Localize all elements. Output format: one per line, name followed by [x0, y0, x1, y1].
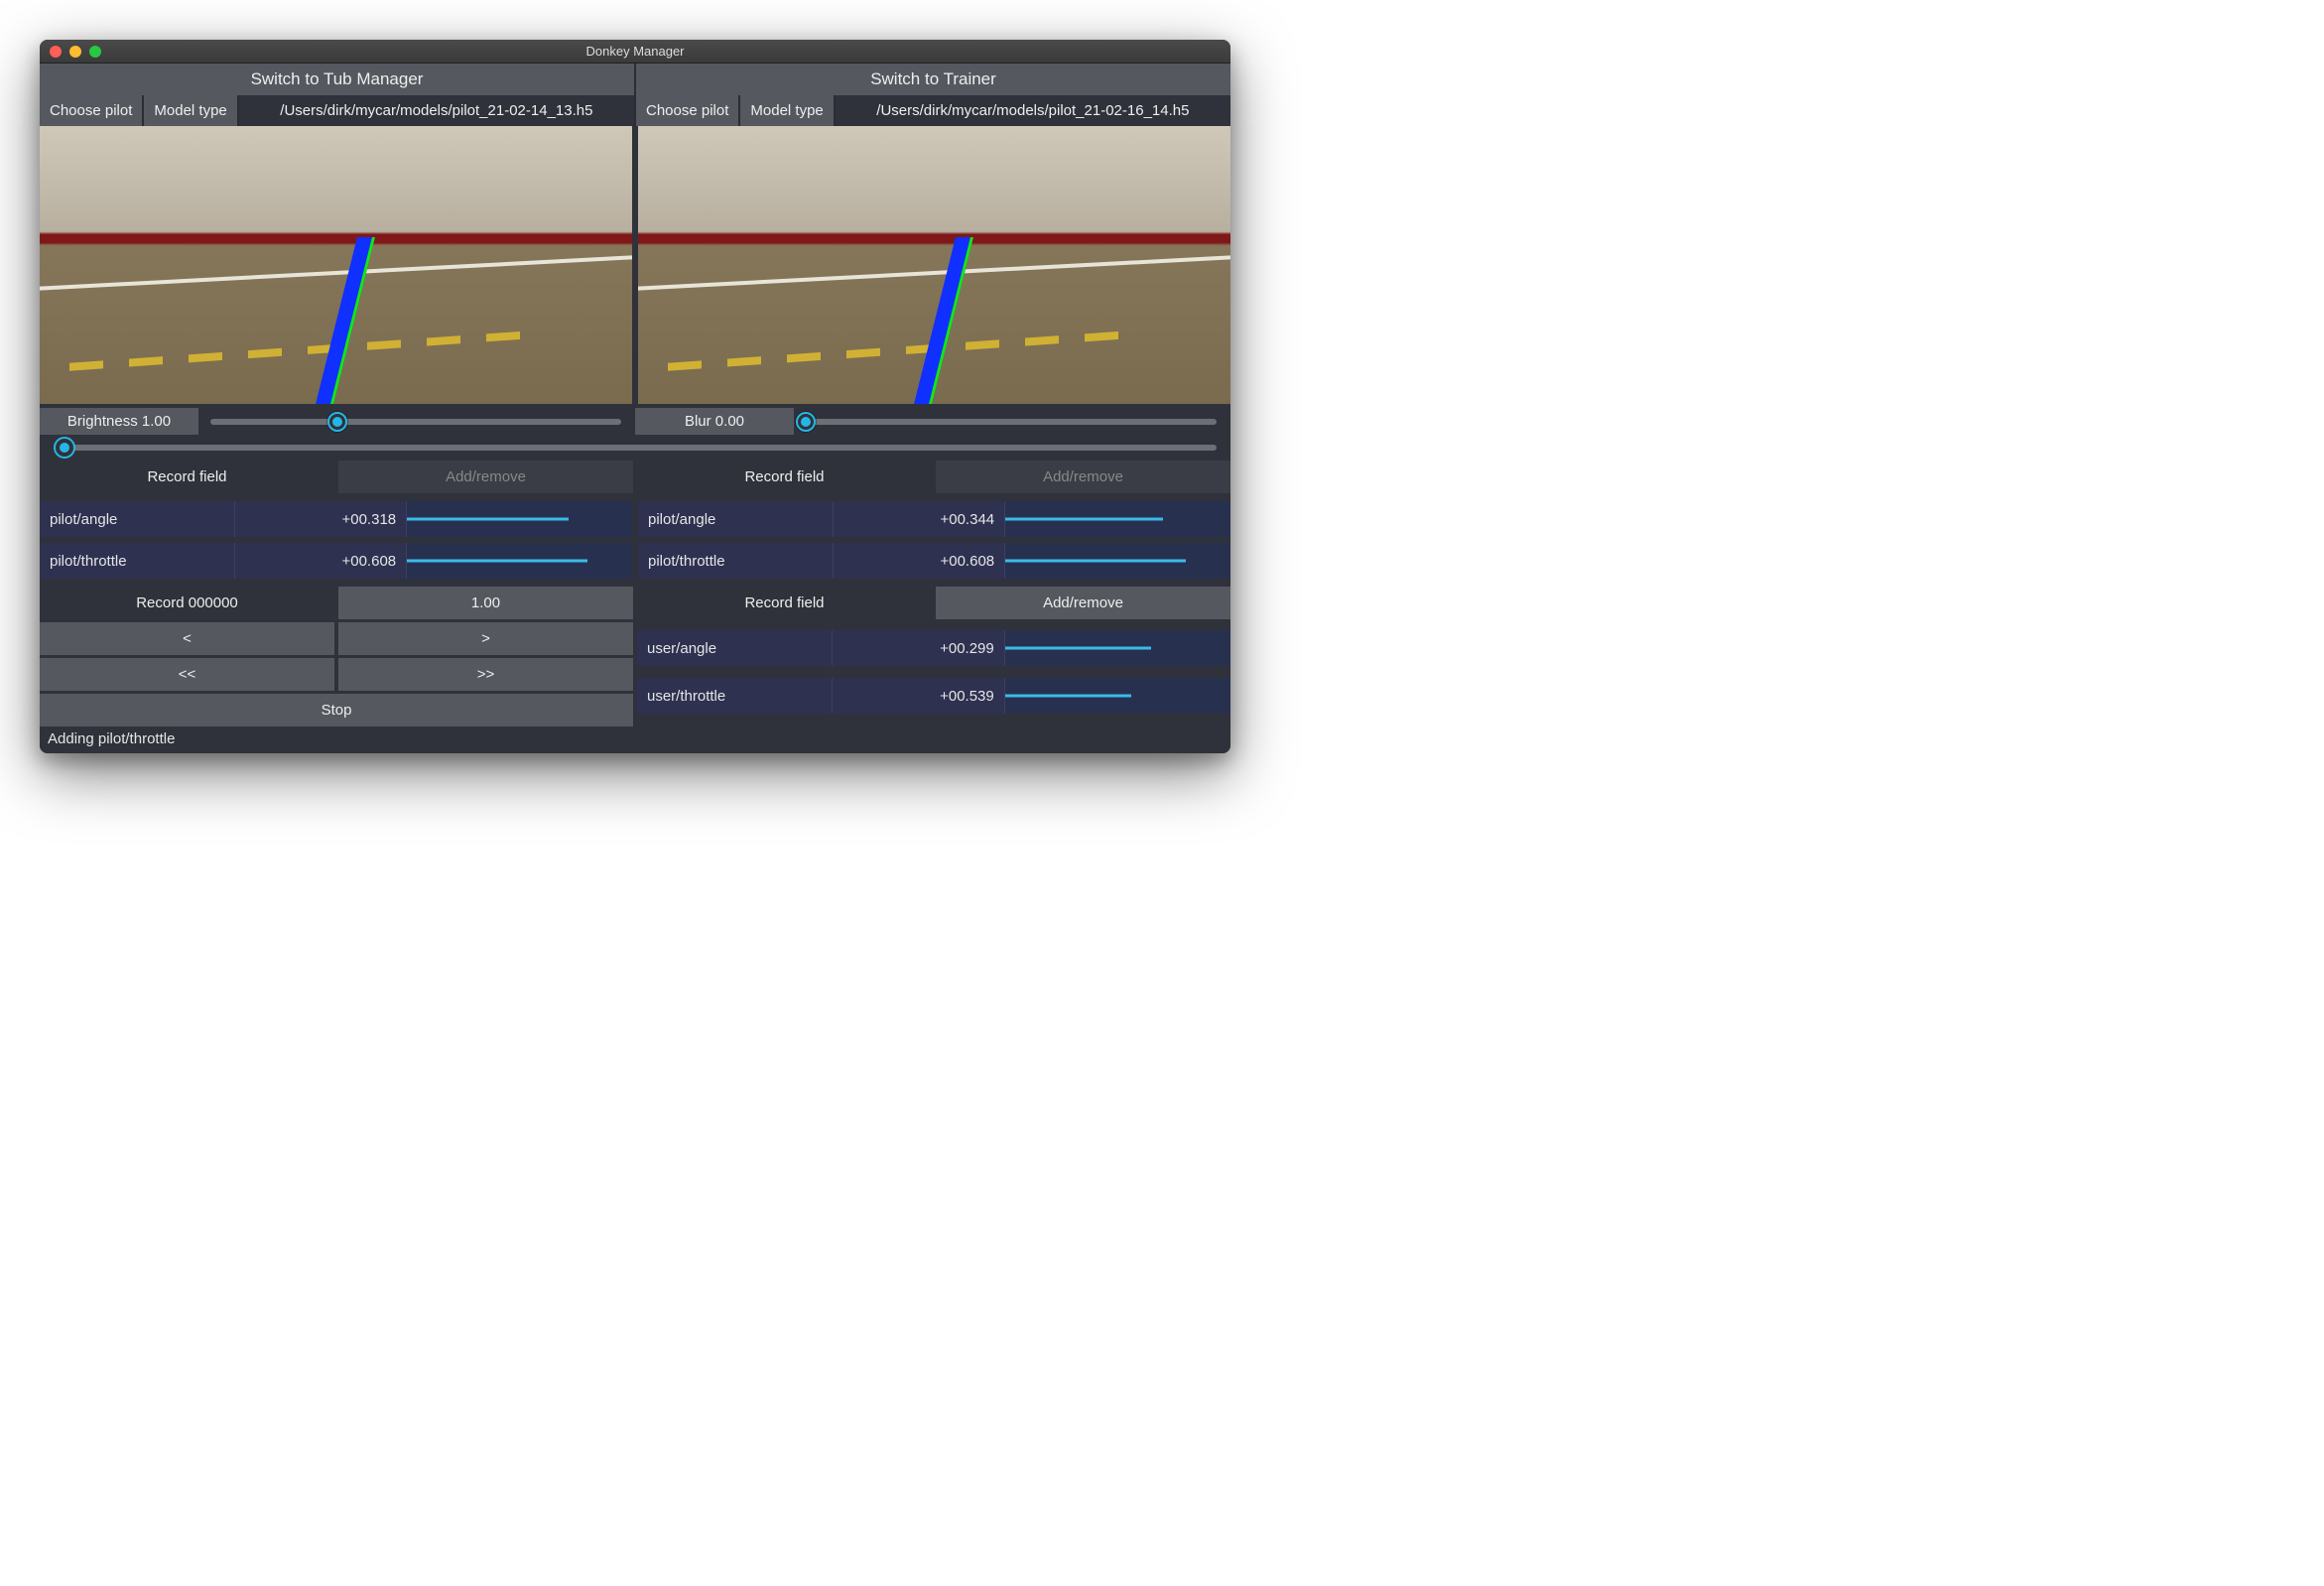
titlebar: Donkey Manager	[40, 40, 1230, 64]
switch-trainer-button[interactable]: Switch to Trainer	[636, 64, 1230, 95]
metric-row: pilot/angle +00.344	[638, 501, 1230, 537]
metric-row: pilot/angle +00.318	[40, 501, 632, 537]
minimize-icon[interactable]	[69, 46, 81, 58]
maximize-icon[interactable]	[89, 46, 101, 58]
stop-button[interactable]: Stop	[40, 694, 633, 727]
add-remove-button-left[interactable]: Add/remove	[338, 461, 633, 493]
timeline-slider-thumb[interactable]	[54, 437, 75, 459]
window-title: Donkey Manager	[586, 44, 685, 59]
timeline-slider[interactable]	[54, 445, 1217, 451]
metric-bar	[407, 543, 632, 579]
blur-slider-thumb[interactable]	[796, 412, 816, 432]
brightness-slider-thumb[interactable]	[327, 412, 347, 432]
window-controls	[50, 46, 101, 58]
metric-bar	[1005, 543, 1230, 579]
next-fast-button[interactable]: >>	[338, 658, 633, 691]
metric-name: pilot/angle	[638, 501, 834, 537]
metric-name: pilot/angle	[40, 501, 235, 537]
status-bar: Adding pilot/throttle	[40, 727, 1230, 753]
record-counter: Record 000000	[40, 587, 334, 619]
switch-tub-manager-button[interactable]: Switch to Tub Manager	[40, 64, 634, 95]
metrics-col-right-pilot: pilot/angle +00.344 pilot/throttle +00.6…	[638, 493, 1230, 587]
record-field-label-left: Record field	[40, 461, 334, 493]
metric-bar	[1005, 501, 1230, 537]
metric-name: user/throttle	[637, 678, 833, 714]
model-type-button-right[interactable]: Model type	[740, 95, 833, 126]
metric-value: +00.299	[833, 630, 1004, 666]
metric-value: +00.608	[834, 543, 1005, 579]
app-window: Donkey Manager Switch to Tub Manager Swi…	[40, 40, 1230, 753]
metric-bar	[1005, 678, 1230, 714]
metric-row: user/angle +00.299	[637, 630, 1230, 666]
record-speed-button[interactable]: 1.00	[338, 587, 633, 619]
next-frame-button[interactable]: >	[338, 622, 633, 655]
metric-name: pilot/throttle	[638, 543, 834, 579]
metric-row: pilot/throttle +00.608	[40, 543, 632, 579]
blur-label: Blur 0.00	[635, 408, 794, 435]
record-field-label-right-2: Record field	[637, 587, 932, 619]
metric-value: +00.608	[235, 543, 407, 579]
blur-slider[interactable]	[806, 419, 1217, 425]
choose-pilot-button-right[interactable]: Choose pilot	[636, 95, 738, 126]
camera-view-left	[40, 126, 632, 404]
metric-name: user/angle	[637, 630, 833, 666]
brightness-label: Brightness 1.00	[40, 408, 198, 435]
brightness-slider[interactable]	[210, 419, 621, 425]
prev-fast-button[interactable]: <<	[40, 658, 334, 691]
model-type-button-left[interactable]: Model type	[144, 95, 236, 126]
choose-pilot-button-left[interactable]: Choose pilot	[40, 95, 142, 126]
prev-frame-button[interactable]: <	[40, 622, 334, 655]
model-path-left: /Users/dirk/mycar/models/pilot_21-02-14_…	[239, 95, 634, 126]
metric-value: +00.539	[833, 678, 1004, 714]
model-path-right: /Users/dirk/mycar/models/pilot_21-02-16_…	[836, 95, 1230, 126]
metric-row: user/throttle +00.539	[637, 678, 1230, 714]
camera-view-right	[638, 126, 1230, 404]
add-remove-button-right-2[interactable]: Add/remove	[936, 587, 1230, 619]
metric-value: +00.344	[834, 501, 1005, 537]
metric-row: pilot/throttle +00.608	[638, 543, 1230, 579]
metric-value: +00.318	[235, 501, 407, 537]
close-icon[interactable]	[50, 46, 62, 58]
record-field-label-right-1: Record field	[637, 461, 932, 493]
metric-bar	[407, 501, 632, 537]
metrics-col-left: pilot/angle +00.318 pilot/throttle +00.6…	[40, 493, 632, 587]
metric-name: pilot/throttle	[40, 543, 235, 579]
add-remove-button-right-1[interactable]: Add/remove	[936, 461, 1230, 493]
metric-bar	[1005, 630, 1230, 666]
